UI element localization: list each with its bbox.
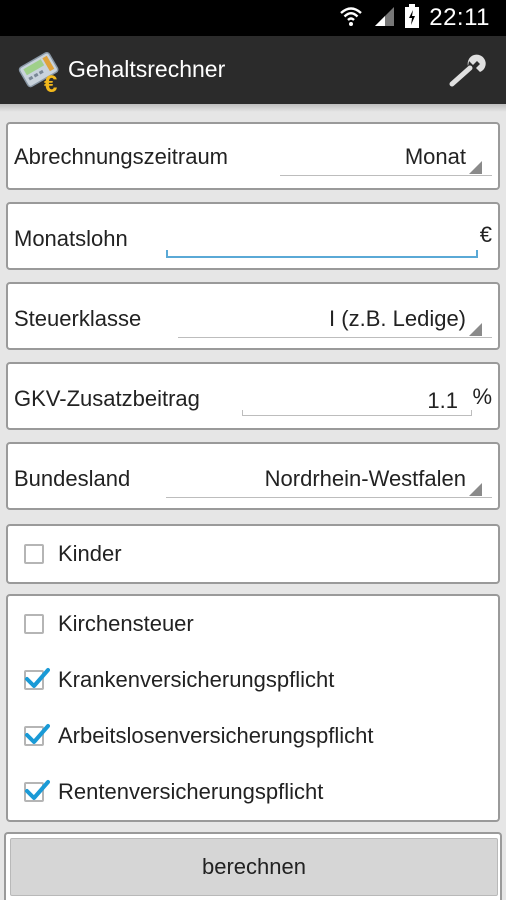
checkmark-icon: [25, 780, 50, 800]
state-label: Bundesland: [14, 466, 131, 491]
children-checkbox[interactable]: [24, 544, 44, 564]
children-label: Kinder: [58, 541, 122, 566]
spinner-underline: [280, 175, 492, 176]
app-title: Gehaltsrechner: [68, 56, 226, 82]
pension-insurance-row[interactable]: Rentenversicherungspflicht: [24, 772, 323, 812]
church-tax-checkbox[interactable]: [24, 614, 44, 634]
period-spinner[interactable]: Monat: [280, 138, 492, 178]
unemployment-insurance-row[interactable]: Arbeitslosenversicherungspflicht: [24, 716, 374, 756]
salary-label: Monatslohn: [14, 226, 128, 251]
gkv-card: GKV-Zusatzbeitrag 1.1 %: [6, 362, 500, 430]
action-bar-shadow: [0, 104, 506, 112]
state-value: Nordrhein-Westfalen: [264, 466, 466, 491]
pension-insurance-label: Rentenversicherungspflicht: [58, 779, 324, 804]
tax-class-label: Steuerklasse: [14, 306, 142, 331]
children-checkbox-row[interactable]: Kinder: [24, 534, 122, 574]
status-time: 22:11: [429, 4, 490, 31]
wifi-icon: [339, 4, 363, 33]
children-card: Kinder: [6, 524, 500, 584]
health-insurance-checkbox[interactable]: [24, 668, 50, 690]
checkmark-icon: [25, 724, 50, 744]
action-bar: € Gehaltsrechner: [0, 36, 506, 104]
period-card: Abrechnungszeitraum Monat: [6, 122, 500, 190]
status-icons: 22:11: [339, 3, 490, 33]
church-tax-row[interactable]: Kirchensteuer: [24, 604, 194, 644]
unemployment-insurance-label: Arbeitslosenversicherungspflicht: [58, 723, 374, 748]
battery-icon: [405, 3, 420, 33]
tax-class-spinner[interactable]: I (z.B. Ledige): [178, 300, 492, 340]
gkv-value: 1.1: [427, 388, 458, 413]
checkmark-icon: [25, 668, 50, 688]
unemployment-insurance-checkbox[interactable]: [24, 724, 50, 746]
church-tax-label: Kirchensteuer: [58, 611, 194, 636]
state-card: Bundesland Nordrhein-Westfalen: [6, 442, 500, 510]
spinner-underline: [178, 337, 492, 338]
pension-insurance-checkbox[interactable]: [24, 780, 50, 802]
status-bar: 22:11: [0, 0, 506, 36]
period-label: Abrechnungszeitraum: [14, 144, 229, 169]
salary-card: Monatslohn €: [6, 202, 500, 270]
calculator-euro-icon[interactable]: €: [18, 48, 64, 98]
percent-unit: %: [472, 384, 492, 409]
gkv-input[interactable]: 1.1: [242, 380, 472, 420]
euro-unit: €: [479, 222, 492, 247]
spinner-arrow-icon: [469, 161, 482, 174]
spinner-underline: [166, 497, 492, 498]
health-insurance-label: Krankenversicherungspflicht: [58, 667, 335, 692]
tax-class-card: Steuerklasse I (z.B. Ledige): [6, 282, 500, 350]
state-spinner[interactable]: Nordrhein-Westfalen: [166, 460, 492, 500]
options-card: Kirchensteuer Krankenversicherungspflich…: [6, 594, 500, 822]
svg-text:€: €: [44, 71, 57, 94]
salary-input[interactable]: [166, 222, 478, 262]
spinner-arrow-icon: [469, 323, 482, 336]
gkv-label: GKV-Zusatzbeitrag: [14, 386, 200, 411]
period-value: Monat: [404, 144, 466, 169]
health-insurance-row[interactable]: Krankenversicherungspflicht: [24, 660, 334, 700]
wrench-icon[interactable]: [448, 50, 492, 90]
calculate-button[interactable]: berechnen: [10, 838, 498, 896]
signal-icon: [373, 5, 395, 32]
tax-class-value: I (z.B. Ledige): [329, 306, 466, 331]
spinner-arrow-icon: [469, 483, 482, 496]
